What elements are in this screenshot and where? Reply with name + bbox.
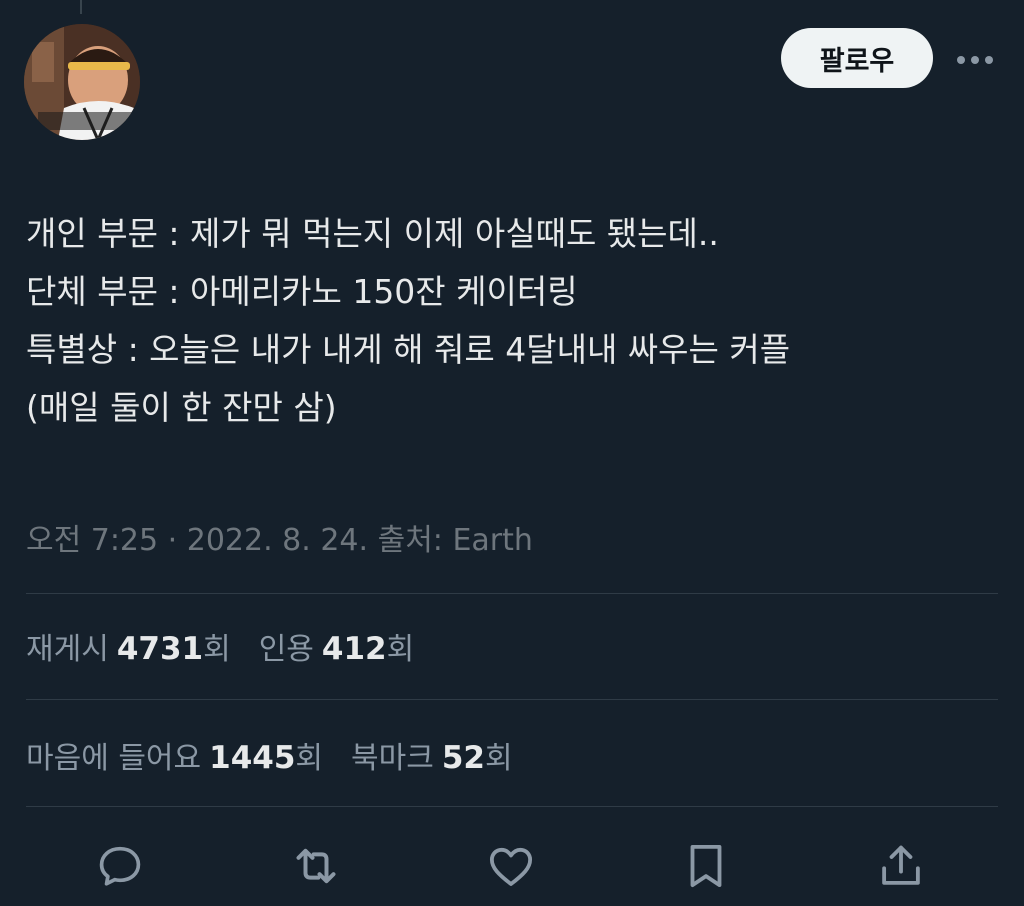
source-label: 출처:	[377, 523, 443, 558]
tweet-line: 특별상 : 오늘은 내가 내게 해 줘로 4달내내 싸우는 커플	[26, 330, 791, 369]
reply-button[interactable]	[92, 838, 148, 894]
retweets-label: 재게시	[26, 632, 109, 667]
divider	[26, 806, 998, 807]
bookmarks-count: 52	[441, 740, 485, 776]
quotes-stat[interactable]: 인용 412 회	[259, 624, 415, 668]
bookmarks-label: 북마크	[351, 741, 434, 776]
retweets-stat[interactable]: 재게시 4731 회	[26, 624, 231, 668]
avatar[interactable]	[24, 24, 140, 140]
likes-stat[interactable]: 마음에 들어요 1445 회	[26, 733, 323, 777]
tweet-meta: 오전 7:25 · 2022. 8. 24. 출처: Earth	[26, 515, 533, 559]
divider	[26, 593, 998, 594]
tweet-date[interactable]: 2022. 8. 24.	[187, 523, 368, 558]
more-options-button[interactable]	[950, 38, 1000, 82]
tweet-line: 개인 부문 : 제가 뭐 먹는지 이제 아실때도 됐는데..	[26, 214, 719, 253]
retweets-count: 4731	[116, 631, 204, 667]
more-dot-icon	[957, 56, 965, 64]
bookmarks-stat[interactable]: 북마크 52 회	[351, 733, 513, 777]
bookmark-icon	[690, 844, 722, 888]
share-button[interactable]	[873, 838, 929, 894]
follow-button[interactable]: 팔로우	[781, 28, 933, 88]
tweet-source: Earth	[452, 523, 533, 558]
stats-row-reposts: 재게시 4731 회 인용 412 회	[26, 624, 414, 668]
tweet-body: 개인 부문 : 제가 뭐 먹는지 이제 아실때도 됐는데.. 단체 부문 : 아…	[26, 205, 1006, 437]
reply-icon	[99, 846, 141, 886]
likes-unit: 회	[295, 741, 324, 776]
divider	[26, 699, 998, 700]
like-icon	[489, 847, 533, 886]
likes-label: 마음에 들어요	[26, 741, 202, 776]
quotes-count: 412	[321, 631, 387, 667]
meta-separator: ·	[167, 523, 178, 558]
thread-connector-line	[80, 0, 82, 14]
stats-row-likes: 마음에 들어요 1445 회 북마크 52 회	[26, 733, 513, 777]
likes-count: 1445	[209, 740, 296, 776]
tweet-line: (매일 둘이 한 잔만 삼)	[26, 388, 337, 427]
share-icon	[882, 845, 920, 885]
like-button[interactable]	[483, 838, 539, 894]
retweet-icon	[296, 848, 336, 884]
more-dot-icon	[971, 56, 979, 64]
quotes-label: 인용	[258, 632, 314, 667]
tweet-line: 단체 부문 : 아메리카노 150잔 케이터링	[26, 272, 578, 311]
retweets-unit: 회	[203, 632, 231, 667]
action-bar	[0, 830, 1024, 896]
tweet-time[interactable]: 오전 7:25	[26, 523, 158, 558]
bookmarks-unit: 회	[484, 741, 513, 776]
quotes-unit: 회	[386, 632, 415, 667]
more-dot-icon	[985, 56, 993, 64]
bookmark-button[interactable]	[678, 838, 734, 894]
avatar-image	[24, 24, 140, 140]
retweet-button[interactable]	[288, 838, 344, 894]
